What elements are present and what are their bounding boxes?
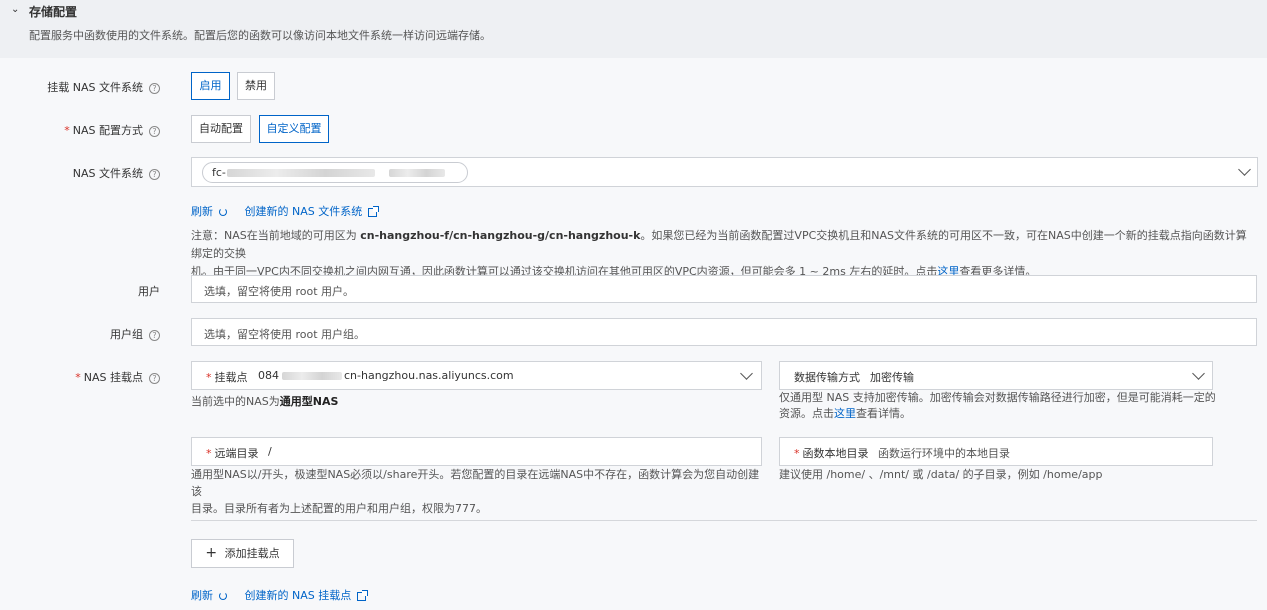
section-title[interactable]: 存储配置 (29, 3, 77, 20)
group-input[interactable]: 选填，留空将使用 root 用户组。 (191, 318, 1257, 346)
required-asterisk: * (75, 371, 81, 384)
help-icon[interactable]: ? (149, 82, 160, 94)
redacted-text (227, 169, 375, 177)
refresh-link[interactable]: 刷新 (191, 205, 213, 218)
mount-nas-label: 挂载 NAS 文件系统? (0, 79, 160, 95)
nas-fs-tag-prefix: fc- (212, 166, 226, 179)
chevron-down-icon[interactable] (740, 367, 753, 380)
user-input[interactable]: 选填，留空将使用 root 用户。 (191, 275, 1257, 303)
auto-config-button[interactable]: 自动配置 (191, 115, 251, 143)
custom-config-button[interactable]: 自定义配置 (259, 115, 329, 143)
nas-fs-actions: 刷新 创建新的 NAS 文件系统 (191, 203, 380, 219)
required-asterisk: * (64, 124, 70, 137)
chevron-down-icon[interactable] (1192, 367, 1205, 380)
mount-point-field-label: 挂载点 (214, 371, 248, 384)
help-icon[interactable]: ? (149, 168, 160, 180)
section-description: 配置服务中函数使用的文件系统。配置后您的函数可以像访问本地文件系统一样访问远端存… (29, 29, 491, 42)
required-asterisk: * (794, 447, 800, 460)
group-label: 用户组? (0, 326, 160, 342)
remote-dir-value: / (268, 445, 272, 458)
mount-point-actions: 刷新 创建新的 NAS 挂载点 (191, 587, 369, 603)
plus-icon: + (205, 545, 218, 561)
nas-fs-select[interactable]: fc- (191, 157, 1258, 187)
disable-button[interactable]: 禁用 (237, 72, 275, 100)
help-icon[interactable]: ? (149, 329, 160, 341)
collapse-chevron-icon[interactable]: ⌄ (11, 4, 19, 15)
external-link-icon[interactable] (368, 205, 380, 217)
create-nas-fs-link[interactable]: 创建新的 NAS 文件系统 (245, 205, 363, 218)
local-dir-label: 函数本地目录 (802, 447, 869, 460)
add-mount-point-label: 添加挂载点 (224, 547, 280, 560)
refresh-mount-link[interactable]: 刷新 (191, 589, 213, 602)
redacted-text (389, 169, 445, 177)
nas-config-mode-label: * NAS 配置方式? (0, 122, 160, 138)
remote-dir-hint: 通用型NAS以/开头，极速型NAS必须以/share开头。若您配置的目录在远端N… (191, 468, 760, 515)
help-icon[interactable]: ? (149, 372, 160, 384)
help-icon[interactable]: ? (149, 125, 160, 137)
mount-point-label: * NAS 挂载点? (0, 369, 160, 385)
required-asterisk: * (206, 447, 212, 460)
mount-point-select[interactable]: * 挂载点 084 cn-hangzhou.nas.aliyuncs.com (191, 361, 762, 390)
local-dir-input[interactable]: * 函数本地目录 函数运行环境中的本地目录 (779, 437, 1213, 466)
mount-point-hint: 当前选中的NAS为通用型NAS (191, 395, 339, 408)
transfer-details-link[interactable]: 这里 (834, 407, 856, 420)
transfer-mode-hint: 仅通用型 NAS 支持加密传输。加密传输会对数据传输路径进行加密，但是可能消耗一… (779, 391, 1216, 420)
add-mount-point-button[interactable]: + 添加挂载点 (191, 539, 294, 568)
transfer-mode-label: 数据传输方式 (794, 371, 860, 384)
user-label: 用户 (138, 285, 160, 298)
redacted-text (282, 372, 342, 380)
nas-fs-label: NAS 文件系统? (0, 165, 160, 181)
mount-point-value: cn-hangzhou.nas.aliyuncs.com (344, 369, 514, 382)
mount-point-value-prefix: 084 (258, 369, 279, 382)
local-dir-placeholder: 函数运行环境中的本地目录 (878, 447, 1010, 460)
transfer-mode-select[interactable]: 数据传输方式 加密传输 (779, 361, 1213, 390)
remote-dir-label: 远端目录 (214, 447, 259, 460)
create-mount-point-link[interactable]: 创建新的 NAS 挂载点 (245, 589, 352, 602)
refresh-icon[interactable] (219, 592, 227, 600)
refresh-icon[interactable] (219, 208, 227, 216)
external-link-icon[interactable] (357, 589, 369, 601)
chevron-down-icon[interactable] (1238, 163, 1251, 176)
nas-fs-tag[interactable]: fc- (202, 162, 468, 183)
local-dir-hint: 建议使用 /home/ 、/mnt/ 或 /data/ 的子目录，例如 /hom… (779, 468, 1103, 481)
divider (191, 520, 1257, 521)
nas-notice: 注意：NAS在当前地域的可用区为 cn-hangzhou-f/cn-hangzh… (191, 229, 1247, 278)
transfer-mode-value: 加密传输 (870, 371, 914, 384)
enable-button[interactable]: 启用 (191, 72, 230, 100)
required-asterisk: * (206, 371, 212, 384)
remote-dir-input[interactable]: * 远端目录 / (191, 437, 762, 466)
